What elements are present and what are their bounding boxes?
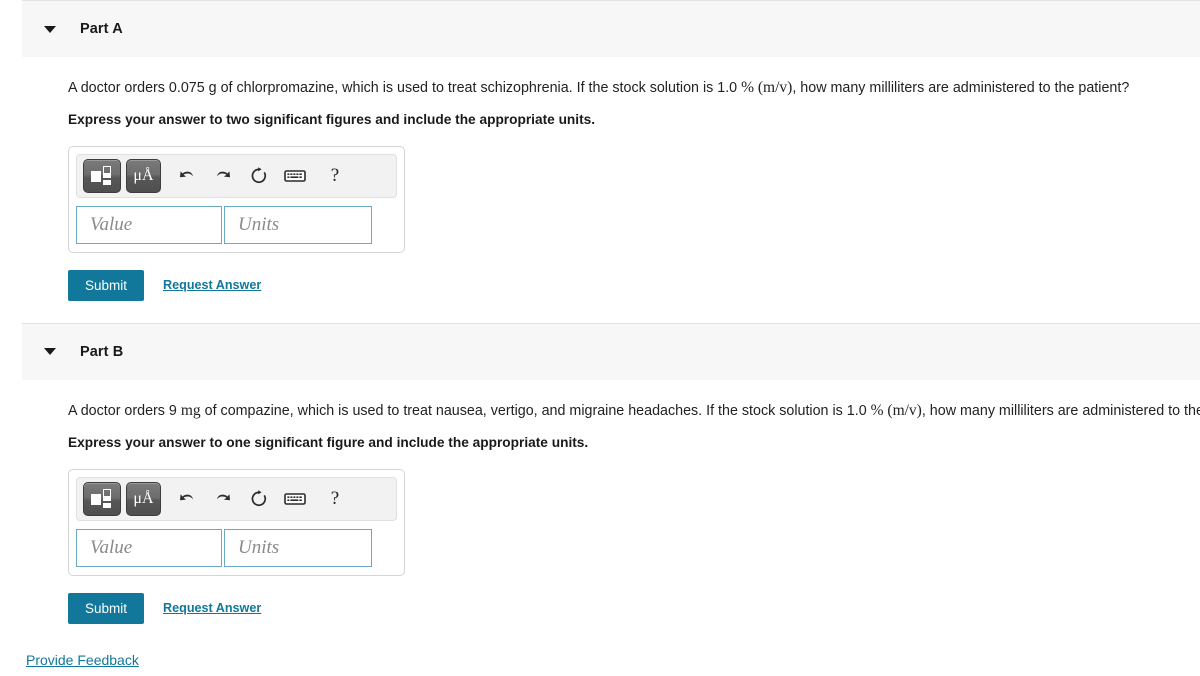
question-math-segment: % (m/v) — [741, 79, 793, 96]
redo-arrow-icon[interactable] — [208, 161, 238, 191]
template-icon — [91, 165, 113, 186]
answer-toolbar: μÅ ? — [76, 476, 397, 521]
help-icon[interactable]: ? — [320, 484, 350, 514]
question-segment: of compazine, which is used to treat nau… — [200, 402, 871, 419]
keyboard-icon[interactable] — [280, 161, 310, 191]
redo-arrow-icon[interactable] — [208, 484, 238, 514]
answer-instruction: Express your answer to one significant f… — [68, 434, 589, 450]
answer-instruction: Express your answer to two significant f… — [68, 111, 596, 127]
units-input[interactable]: Units — [224, 205, 372, 244]
part-title: Part A — [80, 21, 123, 37]
question-text: A doctor orders 9 mg of compazine, which… — [68, 401, 1200, 422]
answer-entry-box: μÅ ? Value Units — [68, 468, 405, 576]
part-header-b[interactable]: Part B — [22, 322, 1200, 380]
reset-circular-arrow-icon[interactable] — [244, 161, 274, 191]
units-placeholder: Units — [238, 213, 280, 235]
template-button[interactable] — [83, 481, 121, 516]
help-icon[interactable]: ? — [320, 161, 350, 191]
undo-arrow-icon[interactable] — [172, 484, 202, 514]
template-icon — [91, 488, 113, 509]
question-segment: A doctor orders 0.075 g of chlorpromazin… — [68, 80, 742, 96]
answer-input-row: Value Units — [76, 528, 397, 567]
question-segment: A doctor orders 9 — [68, 402, 181, 419]
request-answer-link[interactable]: Request Answer — [163, 278, 261, 292]
question-segment: , how many milliliters are administered … — [921, 402, 1200, 419]
answer-entry-box: μÅ ? Value Units — [68, 145, 405, 253]
part-section-b: Part B A doctor orders 9 mg of compazine… — [0, 322, 1200, 624]
question-math-segment: % (m/v) — [870, 401, 922, 419]
value-input[interactable]: Value — [76, 528, 222, 567]
value-placeholder: Value — [90, 213, 133, 235]
request-answer-link[interactable]: Request Answer — [163, 601, 261, 615]
template-button[interactable] — [83, 158, 121, 193]
units-input[interactable]: Units — [224, 528, 372, 567]
reset-circular-arrow-icon[interactable] — [244, 484, 274, 514]
submit-button[interactable]: Submit — [68, 592, 145, 624]
undo-arrow-icon[interactable] — [172, 161, 202, 191]
micro-angstrom-label: μÅ — [133, 489, 154, 507]
micro-angstrom-label: μÅ — [133, 166, 154, 184]
part-title: Part B — [80, 343, 124, 360]
action-row: Submit Request Answer — [68, 269, 1200, 301]
question-math-segment: mg — [180, 401, 201, 419]
chevron-down-icon[interactable] — [44, 25, 56, 33]
question-text: A doctor orders 0.075 g of chlorpromazin… — [68, 78, 1200, 99]
keyboard-icon[interactable] — [280, 484, 310, 514]
action-row: Submit Request Answer — [68, 592, 1200, 624]
value-placeholder: Value — [90, 536, 133, 558]
units-button[interactable]: μÅ — [126, 481, 161, 516]
answer-toolbar: μÅ ? — [76, 153, 397, 198]
units-button[interactable]: μÅ — [126, 158, 161, 193]
provide-feedback-link[interactable]: Provide Feedback — [26, 652, 139, 668]
units-placeholder: Units — [238, 536, 280, 558]
value-input[interactable]: Value — [76, 205, 222, 244]
part-body-b: A doctor orders 9 mg of compazine, which… — [0, 380, 1200, 624]
chevron-down-icon[interactable] — [44, 348, 56, 356]
question-segment: , how many milliliters are administered … — [792, 80, 1130, 96]
part-header-a[interactable]: Part A — [22, 0, 1200, 57]
answer-input-row: Value Units — [76, 205, 397, 244]
submit-button[interactable]: Submit — [68, 269, 145, 301]
part-section-a: Part A A doctor orders 0.075 g of chlorp… — [0, 0, 1200, 301]
part-body-a: A doctor orders 0.075 g of chlorpromazin… — [0, 57, 1200, 301]
